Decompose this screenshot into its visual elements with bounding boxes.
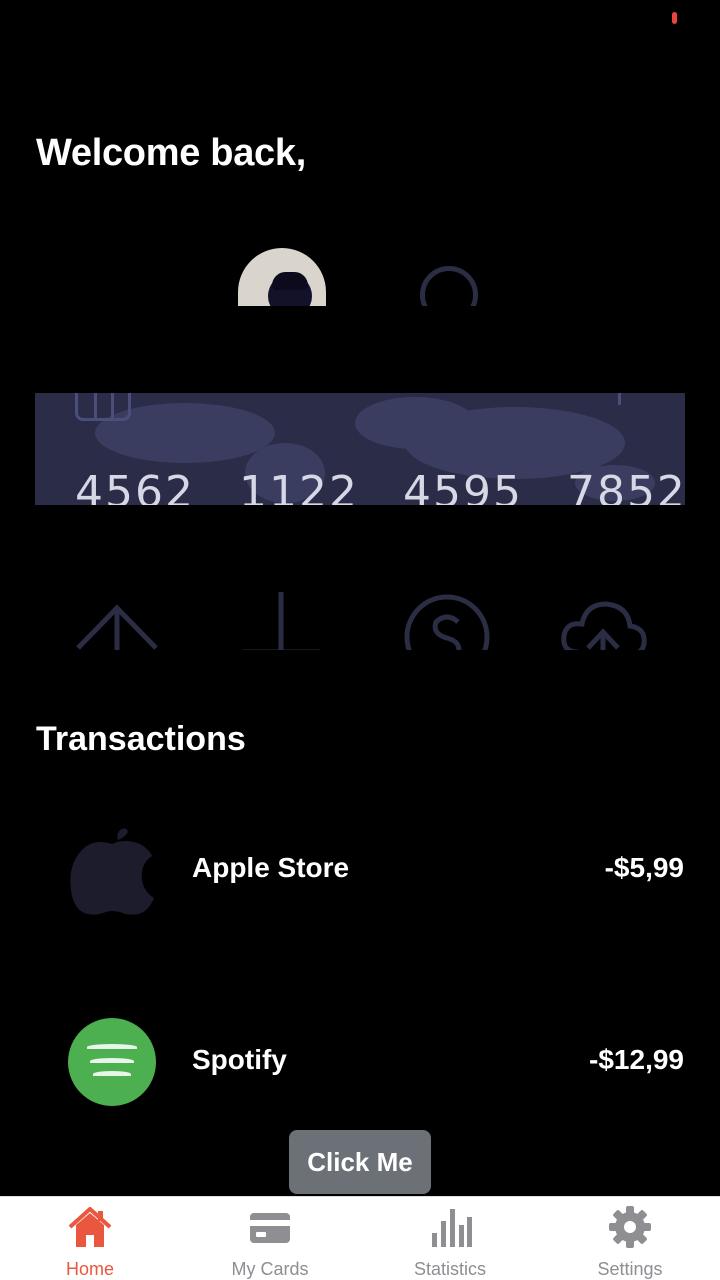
home-icon <box>68 1207 112 1247</box>
pay-button[interactable] <box>402 592 492 650</box>
card-number-group: 4562 <box>75 467 195 505</box>
card-mark <box>618 393 621 405</box>
transaction-name: Spotify <box>192 1044 287 1075</box>
apple-logo-icon <box>68 826 158 916</box>
tab-statistics[interactable]: Statistics <box>360 1197 540 1280</box>
chip-icon <box>75 393 131 421</box>
card-number-group: 7852 <box>566 467 685 505</box>
transaction-row[interactable]: Spotify -$12,99 <box>0 1018 720 1108</box>
avatar[interactable] <box>238 248 326 306</box>
arrow-up-icon <box>76 604 158 650</box>
quick-actions <box>0 580 720 650</box>
tab-label: Statistics <box>413 1259 487 1279</box>
transactions-title: Transactions <box>36 720 246 758</box>
tab-home[interactable]: Home <box>0 1197 180 1280</box>
card-number-group: 1122 <box>238 467 359 505</box>
card-number-group: 4595 <box>402 467 523 505</box>
credit-card[interactable]: 4562 1122 4595 7852 <box>35 393 685 505</box>
bar-chart-icon <box>432 1209 472 1247</box>
dollar-circle-icon <box>404 594 490 650</box>
tab-label: Home <box>65 1259 114 1279</box>
status-indicator <box>672 12 677 24</box>
welcome-heading: Welcome back, <box>36 132 306 174</box>
transaction-amount: -$12,99 <box>589 1044 684 1075</box>
arrow-down-icon <box>242 592 320 650</box>
transaction-amount: -$5,99 <box>604 852 684 883</box>
transaction-name: Apple Store <box>192 852 350 883</box>
tab-bar: Home My Cards Statistics Settings <box>0 1196 720 1280</box>
transaction-row[interactable]: Apple Store -$5,99 <box>0 826 720 916</box>
cloud-upload-icon <box>561 601 647 650</box>
profile-icon[interactable] <box>418 266 480 306</box>
tab-my-cards[interactable]: My Cards <box>180 1197 360 1280</box>
tab-label: Settings <box>597 1259 663 1279</box>
card-number: 4562 1122 4595 7852 <box>75 467 685 505</box>
receive-button[interactable] <box>236 592 326 650</box>
tab-label: My Cards <box>231 1259 309 1279</box>
tab-settings[interactable]: Settings <box>540 1197 720 1280</box>
gear-icon <box>609 1206 651 1248</box>
click-me-button[interactable]: Click Me <box>289 1130 431 1194</box>
avatar-hair <box>272 272 308 290</box>
card-icon <box>250 1213 290 1243</box>
upload-button[interactable] <box>558 592 648 650</box>
spotify-logo-icon <box>68 1018 158 1108</box>
send-button[interactable] <box>72 592 162 650</box>
